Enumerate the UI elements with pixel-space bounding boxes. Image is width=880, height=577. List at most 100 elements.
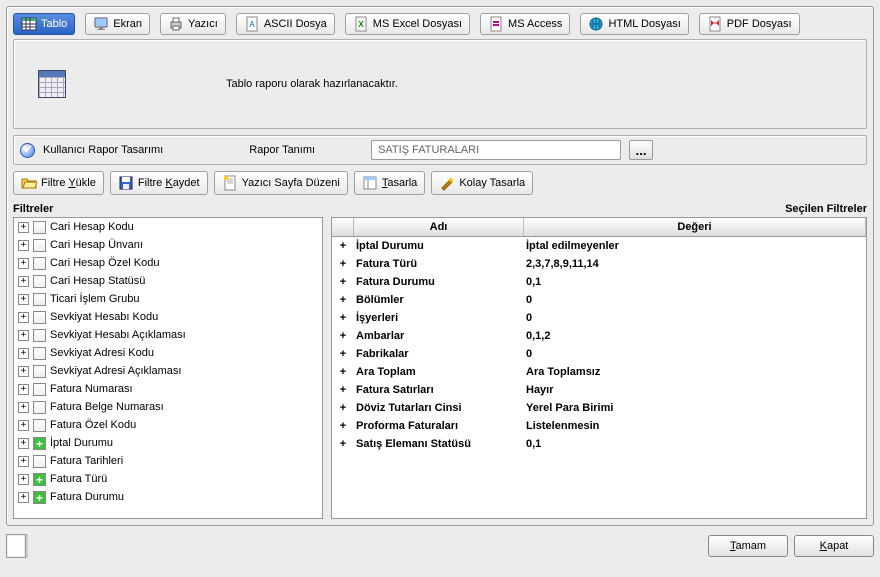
checkbox-icon[interactable]	[33, 383, 46, 396]
ok-button[interactable]: Tamam	[708, 535, 788, 557]
filter-item[interactable]: +Fatura Belge Numarası	[14, 398, 322, 416]
expand-icon[interactable]: +	[18, 240, 29, 251]
checkbox-icon[interactable]	[33, 401, 46, 414]
expand-icon[interactable]: +	[332, 400, 354, 416]
expand-icon[interactable]: +	[332, 238, 354, 254]
filter-item[interactable]: + Ticari İşlem Grubu	[14, 290, 322, 308]
expand-icon[interactable]: +	[332, 328, 354, 344]
selected-row[interactable]: +Fatura Durumu0,1	[332, 273, 866, 291]
expand-icon[interactable]: +	[332, 292, 354, 308]
filter-item[interactable]: +Fatura Durumu	[14, 488, 322, 506]
selected-row[interactable]: +Fatura Türü2,3,7,8,9,11,14	[332, 255, 866, 273]
filter-item[interactable]: +Fatura Tarihleri	[14, 452, 322, 470]
expand-icon[interactable]: +	[332, 346, 354, 362]
format-btn-excel[interactable]: XMS Excel Dosyası	[345, 13, 470, 35]
filter-label: Fatura Özel Kodu	[50, 417, 136, 433]
format-btn-html[interactable]: HTML Dosyası	[580, 13, 688, 35]
checkbox-icon[interactable]	[33, 311, 46, 324]
checkbox-icon[interactable]	[33, 275, 46, 288]
checkbox-icon[interactable]	[33, 293, 46, 306]
filter-item[interactable]: +Fatura Numarası	[14, 380, 322, 398]
checkbox-icon[interactable]	[33, 239, 46, 252]
expand-icon[interactable]: +	[332, 256, 354, 272]
selected-row[interactable]: +Bölümler0	[332, 291, 866, 309]
filter-label: Cari Hesap Statüsü	[50, 273, 145, 289]
expand-icon[interactable]: +	[18, 348, 29, 359]
checkbox-icon[interactable]	[33, 419, 46, 432]
filter-item[interactable]: + Fatura Özel Kodu	[14, 416, 322, 434]
checkbox-icon[interactable]	[33, 437, 46, 450]
expand-icon[interactable]: +	[18, 402, 29, 413]
checkbox-icon[interactable]	[33, 473, 46, 486]
selected-value: 0	[524, 292, 866, 308]
expand-icon[interactable]: +	[18, 258, 29, 269]
filter-label: Ticari İşlem Grubu	[50, 291, 139, 307]
filter-item[interactable]: +Sevkiyat Adresi Açıklaması	[14, 362, 322, 380]
selected-name: Fatura Durumu	[354, 274, 524, 290]
expand-icon[interactable]: +	[18, 438, 29, 449]
selected-row[interactable]: +Döviz Tutarları CinsiYerel Para Birimi	[332, 399, 866, 417]
checkbox-icon[interactable]	[33, 491, 46, 504]
expand-icon[interactable]: +	[332, 436, 354, 452]
filter-item[interactable]: +Sevkiyat Hesabı Kodu	[14, 308, 322, 326]
checkbox-icon[interactable]	[33, 347, 46, 360]
checkbox-icon[interactable]	[33, 365, 46, 378]
filter-item[interactable]: +İptal Durumu	[14, 434, 322, 452]
selected-row[interactable]: +Proforma FaturalarıListelenmesin	[332, 417, 866, 435]
toolbar2-btn-0[interactable]: Filtre Yükle	[13, 171, 104, 195]
filter-item[interactable]: +Sevkiyat Adresi Kodu	[14, 344, 322, 362]
expand-icon[interactable]: +	[332, 418, 354, 434]
page-icon[interactable]	[6, 534, 26, 558]
format-btn-pdf[interactable]: PDF Dosyası	[699, 13, 800, 35]
report-definition-input[interactable]	[371, 140, 621, 160]
checkbox-icon[interactable]	[33, 455, 46, 468]
open-icon	[21, 175, 37, 191]
format-btn-ekran[interactable]: Ekran	[85, 13, 150, 35]
close-button[interactable]: Kapat	[794, 535, 874, 557]
format-btn-tablo[interactable]: Tablo	[13, 13, 75, 35]
toolbar2-btn-2[interactable]: Yazıcı Sayfa Düzeni	[214, 171, 348, 195]
format-btn-yazici[interactable]: Yazıcı	[160, 13, 226, 35]
filter-item[interactable]: +Fatura Türü	[14, 470, 322, 488]
filter-item[interactable]: +Cari Hesap Ünvanı	[14, 236, 322, 254]
expand-icon[interactable]: +	[18, 222, 29, 233]
selected-row[interactable]: +Fabrikalar0	[332, 345, 866, 363]
selected-filters-table[interactable]: Adı Değeri +İptal Durumuİptal edilmeyenl…	[331, 217, 867, 519]
toolbar2-btn-3[interactable]: Tasarla	[354, 171, 425, 195]
expand-icon[interactable]: +	[332, 364, 354, 380]
browse-button[interactable]: ...	[629, 140, 653, 160]
expand-icon[interactable]: +	[18, 330, 29, 341]
expand-icon[interactable]: +	[18, 420, 29, 431]
expand-icon[interactable]: +	[18, 456, 29, 467]
expand-icon[interactable]: +	[332, 274, 354, 290]
format-btn-access[interactable]: MS Access	[480, 13, 570, 35]
selected-name: İptal Durumu	[354, 238, 524, 254]
filter-item[interactable]: +Cari Hesap Özel Kodu	[14, 254, 322, 272]
expand-icon[interactable]: +	[18, 294, 29, 305]
filters-tree[interactable]: +Cari Hesap Kodu+Cari Hesap Ünvanı+Cari …	[13, 217, 323, 519]
toolbar2-btn-4[interactable]: Kolay Tasarla	[431, 171, 533, 195]
expand-icon[interactable]: +	[332, 310, 354, 326]
selected-row[interactable]: +İptal Durumuİptal edilmeyenler	[332, 237, 866, 255]
selected-row[interactable]: +Ara ToplamAra Toplamsız	[332, 363, 866, 381]
expand-icon[interactable]: +	[332, 382, 354, 398]
selected-row[interactable]: +İşyerleri0	[332, 309, 866, 327]
toolbar2-btn-1[interactable]: Filtre Kaydet	[110, 171, 208, 195]
report-definition-row: Kullanıcı Rapor Tasarımı Rapor Tanımı ..…	[13, 135, 867, 165]
checkbox-icon[interactable]	[33, 221, 46, 234]
expand-icon[interactable]: +	[18, 276, 29, 287]
format-btn-ascii[interactable]: AASCII Dosya	[236, 13, 335, 35]
filter-item[interactable]: + Cari Hesap Statüsü	[14, 272, 322, 290]
expand-icon[interactable]: +	[18, 312, 29, 323]
checkbox-icon[interactable]	[33, 329, 46, 342]
filter-item[interactable]: +Sevkiyat Hesabı Açıklaması	[14, 326, 322, 344]
expand-icon[interactable]: +	[18, 474, 29, 485]
filter-item[interactable]: +Cari Hesap Kodu	[14, 218, 322, 236]
selected-row[interactable]: +Fatura SatırlarıHayır	[332, 381, 866, 399]
expand-icon[interactable]: +	[18, 492, 29, 503]
selected-row[interactable]: +Ambarlar0,1,2	[332, 327, 866, 345]
expand-icon[interactable]: +	[18, 384, 29, 395]
selected-row[interactable]: +Satış Elemanı Statüsü0,1	[332, 435, 866, 453]
expand-icon[interactable]: +	[18, 366, 29, 377]
checkbox-icon[interactable]	[33, 257, 46, 270]
